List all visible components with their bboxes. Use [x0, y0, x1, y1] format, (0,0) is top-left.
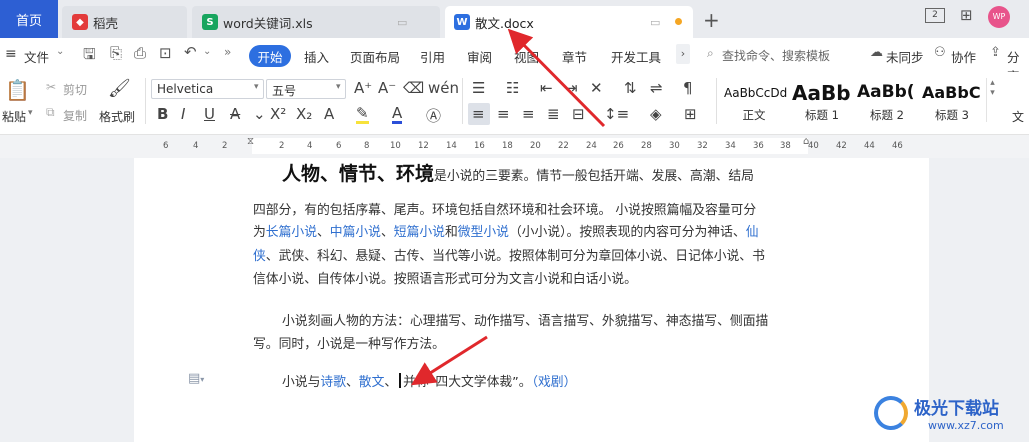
- watermark-logo: 极光下载站 www.xz7.com: [868, 388, 1029, 442]
- annotation-arrows: [410, 28, 606, 386]
- red-arrow-to-cursor: [410, 335, 488, 386]
- watermark-title: 极光下载站: [914, 399, 999, 419]
- watermark-url: www.xz7.com: [928, 419, 1004, 432]
- watermark-swirl-icon: [874, 396, 908, 430]
- red-arrow-to-tab: [507, 28, 606, 128]
